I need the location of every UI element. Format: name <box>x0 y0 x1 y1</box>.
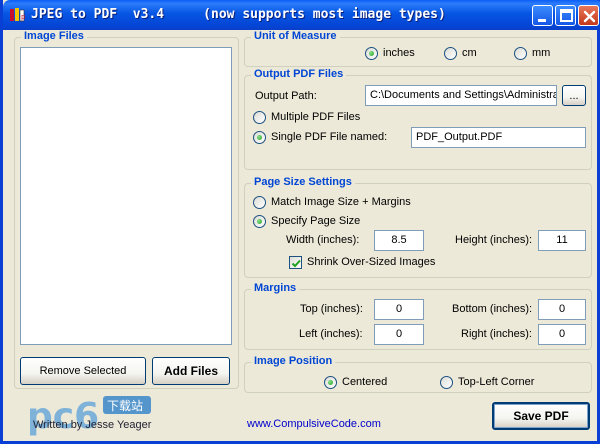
centered-radio[interactable] <box>324 376 337 389</box>
svg-text:下载站: 下载站 <box>107 399 143 413</box>
left-margin-input[interactable]: 0 <box>374 324 424 345</box>
page-size-title: Page Size Settings <box>251 176 355 188</box>
shrink-oversized-checkbox[interactable] <box>289 256 302 269</box>
margins-title: Margins <box>251 282 300 294</box>
top-left-corner-label[interactable]: Top-Left Corner <box>458 376 534 388</box>
browse-button[interactable]: ... <box>562 85 586 106</box>
remove-selected-button[interactable]: Remove Selected <box>20 357 146 385</box>
output-path-label: Output Path: <box>255 90 317 102</box>
svg-text:p: p <box>21 13 25 21</box>
add-files-button[interactable]: Add Files <box>152 357 230 385</box>
image-position-title: Image Position <box>251 355 336 367</box>
unit-mm-radio[interactable] <box>514 47 527 60</box>
window-title: JPEG to PDF v3.4 (now supports most imag… <box>31 7 446 22</box>
right-margin-label: Right (inches): <box>461 328 532 340</box>
top-margin-input[interactable]: 0 <box>374 299 424 320</box>
output-pdf-title: Output PDF Files <box>251 68 347 80</box>
unit-cm-radio[interactable] <box>444 47 457 60</box>
title-bar[interactable]: p JPEG to PDF v3.4 (now supports most im… <box>3 0 600 30</box>
pdf-filename-input[interactable]: PDF_Output.PDF <box>411 127 586 148</box>
bottom-margin-label: Bottom (inches): <box>452 303 533 315</box>
output-path-input[interactable]: C:\Documents and Settings\Administrat <box>365 85 557 106</box>
centered-label[interactable]: Centered <box>342 376 387 388</box>
height-input[interactable]: 11 <box>538 230 586 251</box>
width-input[interactable]: 8.5 <box>374 230 424 251</box>
single-pdf-radio[interactable] <box>253 131 266 144</box>
specify-page-size-label[interactable]: Specify Page Size <box>271 215 360 227</box>
multiple-pdf-radio[interactable] <box>253 111 266 124</box>
app-icon: p <box>9 7 26 23</box>
website-link[interactable]: www.CompulsiveCode.com <box>247 418 381 430</box>
maximize-icon <box>560 9 573 22</box>
minimize-button[interactable] <box>532 5 553 26</box>
unit-inches-radio[interactable] <box>365 47 378 60</box>
save-pdf-button[interactable]: Save PDF <box>492 402 590 430</box>
image-position-group: Image Position <box>244 355 592 393</box>
unit-of-measure-title: Unit of Measure <box>251 30 340 42</box>
left-margin-label: Left (inches): <box>299 328 363 340</box>
checkmark-icon <box>291 259 301 268</box>
unit-inches-label[interactable]: inches <box>383 47 415 59</box>
width-label: Width (inches): <box>286 234 360 246</box>
app-window: p JPEG to PDF v3.4 (now supports most im… <box>0 0 600 444</box>
close-button[interactable] <box>578 5 599 26</box>
specify-page-size-radio[interactable] <box>253 215 266 228</box>
shrink-oversized-label[interactable]: Shrink Over-Sized Images <box>307 256 435 268</box>
unit-mm-label[interactable]: mm <box>532 47 550 59</box>
single-pdf-label[interactable]: Single PDF File named: <box>271 131 387 143</box>
author-credit: Written by Jesse Yeager <box>33 419 152 431</box>
match-image-size-label[interactable]: Match Image Size + Margins <box>271 196 411 208</box>
unit-cm-label[interactable]: cm <box>462 47 477 59</box>
top-margin-label: Top (inches): <box>300 303 363 315</box>
image-files-title: Image Files <box>21 30 87 42</box>
right-margin-input[interactable]: 0 <box>538 324 586 345</box>
image-files-list[interactable] <box>20 47 232 345</box>
top-left-corner-radio[interactable] <box>440 376 453 389</box>
height-label: Height (inches): <box>455 234 533 246</box>
multiple-pdf-label[interactable]: Multiple PDF Files <box>271 111 360 123</box>
close-icon <box>583 10 596 23</box>
maximize-button[interactable] <box>555 5 576 26</box>
bottom-margin-input[interactable]: 0 <box>538 299 586 320</box>
minimize-icon <box>538 19 546 22</box>
match-image-size-radio[interactable] <box>253 196 266 209</box>
